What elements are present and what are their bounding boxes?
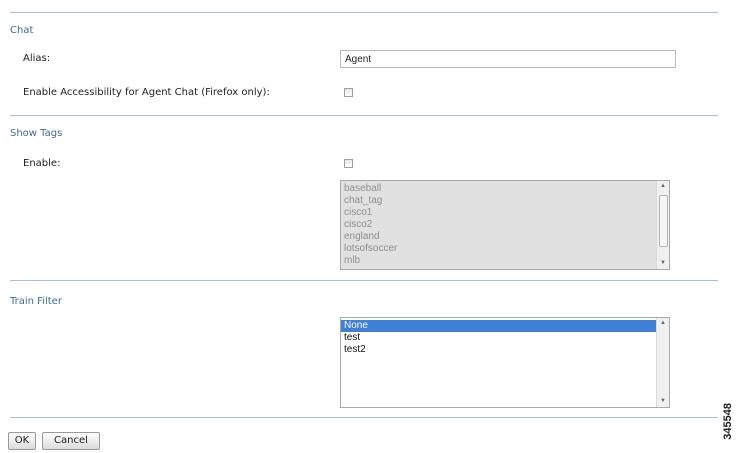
enable-tags-label: Enable: [23,158,61,169]
scroll-down-arrow-icon[interactable]: ▼ [657,396,669,407]
train-filter-section-title: Train Filter [10,296,62,307]
list-item[interactable]: cisco1 [341,207,656,219]
chat-divider [10,115,718,116]
scroll-up-arrow-icon[interactable]: ▲ [657,318,669,329]
list-item[interactable]: england [341,231,656,243]
list-item[interactable]: test2 [341,344,656,356]
list-item[interactable]: chat_tag [341,195,656,207]
tags-scrollbar[interactable]: ▲ ▼ [656,181,669,269]
alias-label: Alias: [23,53,51,64]
list-item[interactable]: mlb [341,255,656,267]
train-filter-list-items: None test test2 [341,320,656,407]
train-filter-listbox[interactable]: None test test2 ▲ ▼ [340,317,670,408]
tags-list-items: baseball chat_tag cisco1 cisco2 england lotso… [341,183,656,269]
figure-id-label: 345548 [722,403,734,440]
ok-button[interactable]: OK [8,432,36,450]
tags-listbox[interactable]: baseball chat_tag cisco1 cisco2 england lotso… [340,180,670,270]
bottom-divider [10,417,718,418]
tags-scroll-thumb[interactable] [659,195,668,247]
show-tags-section-title: Show Tags [10,128,63,139]
list-item[interactable]: None [341,320,656,332]
chat-section-title: Chat [10,25,34,36]
accessibility-checkbox[interactable] [344,88,353,97]
accessibility-label: Enable Accessibility for Agent Chat (Fir… [23,87,270,98]
list-item[interactable]: cisco2 [341,219,656,231]
train-filter-scrollbar[interactable]: ▲ ▼ [656,318,669,407]
alias-input[interactable] [340,50,676,68]
list-item[interactable]: baseball [341,183,656,195]
cancel-button[interactable]: Cancel [42,432,100,450]
list-item[interactable]: test [341,332,656,344]
enable-tags-checkbox[interactable] [344,159,353,168]
show-tags-divider [10,280,718,281]
scroll-down-arrow-icon[interactable]: ▼ [657,258,669,269]
top-divider [10,12,718,13]
list-item[interactable]: lotsofsoccer [341,243,656,255]
scroll-up-arrow-icon[interactable]: ▲ [657,181,669,192]
